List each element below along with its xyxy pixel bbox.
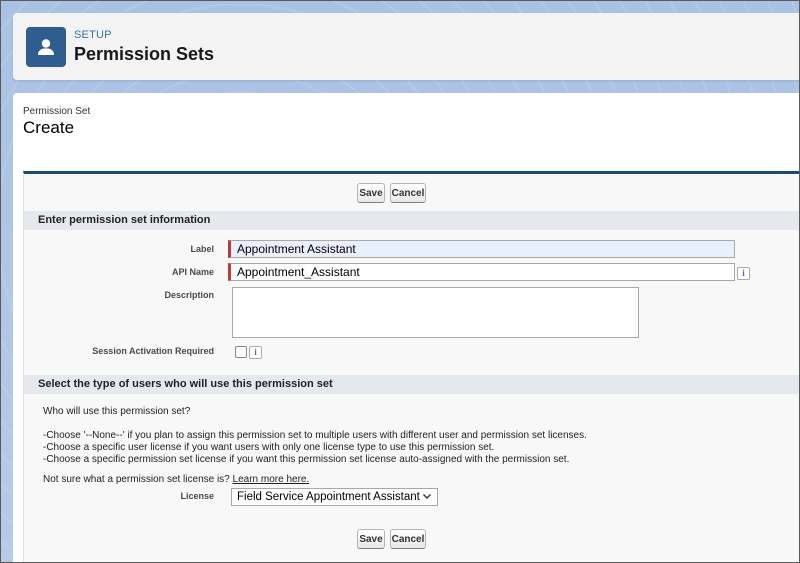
- page-eyebrow: Permission Set: [23, 106, 91, 117]
- not-sure-prompt: Not sure what a permission set license i…: [43, 474, 230, 485]
- not-sure-text: Not sure what a permission set license i…: [43, 474, 309, 485]
- cancel-button-bottom[interactable]: Cancel: [390, 529, 426, 549]
- page-title: Create: [23, 118, 75, 137]
- api-name-input[interactable]: Appointment_Assistant: [228, 263, 735, 281]
- section-header-info: Enter permission set information: [24, 211, 799, 230]
- license-select[interactable]: Field Service Appointment Assistant: [231, 488, 438, 506]
- header-title: Permission Sets: [74, 44, 215, 64]
- instruction-line-user-license: -Choose a specific user license if you w…: [43, 442, 495, 453]
- session-activation-info-icon[interactable]: i: [249, 346, 262, 359]
- app-frame: SETUP Permission Sets Permission Set Cre…: [0, 0, 800, 563]
- save-button-bottom[interactable]: Save: [357, 529, 385, 549]
- description-field-label: Description: [164, 290, 214, 300]
- license-select-value: Field Service Appointment Assistant: [237, 491, 420, 503]
- label-input[interactable]: Appointment Assistant: [228, 240, 735, 258]
- instruction-line-psl: -Choose a specific permission set licens…: [43, 454, 570, 465]
- who-will-use-question: Who will use this permission set?: [43, 406, 191, 417]
- session-activation-checkbox[interactable]: [235, 346, 247, 358]
- label-field-label: Label: [190, 244, 214, 254]
- save-button-top[interactable]: Save: [357, 183, 385, 203]
- description-textarea[interactable]: [232, 287, 639, 338]
- setup-header: SETUP Permission Sets: [13, 13, 799, 80]
- license-field-label: License: [180, 491, 214, 501]
- main-content: Permission Set Create Save Cancel Enter …: [13, 93, 799, 562]
- api-name-field-label: API Name: [171, 267, 214, 277]
- user-icon: [26, 27, 66, 67]
- permission-set-form: Save Cancel Enter permission set informa…: [23, 171, 799, 562]
- section-header-user-type: Select the type of users who will use th…: [24, 375, 799, 394]
- instruction-line-none: -Choose '--None--' if you plan to assign…: [43, 430, 587, 441]
- api-name-info-icon[interactable]: i: [737, 267, 750, 280]
- header-eyebrow: SETUP: [74, 29, 112, 41]
- session-activation-label: Session Activation Required: [92, 346, 214, 356]
- chevron-down-icon: [422, 491, 432, 504]
- learn-more-link[interactable]: Learn more here.: [233, 474, 310, 485]
- cancel-button-top[interactable]: Cancel: [390, 183, 426, 203]
